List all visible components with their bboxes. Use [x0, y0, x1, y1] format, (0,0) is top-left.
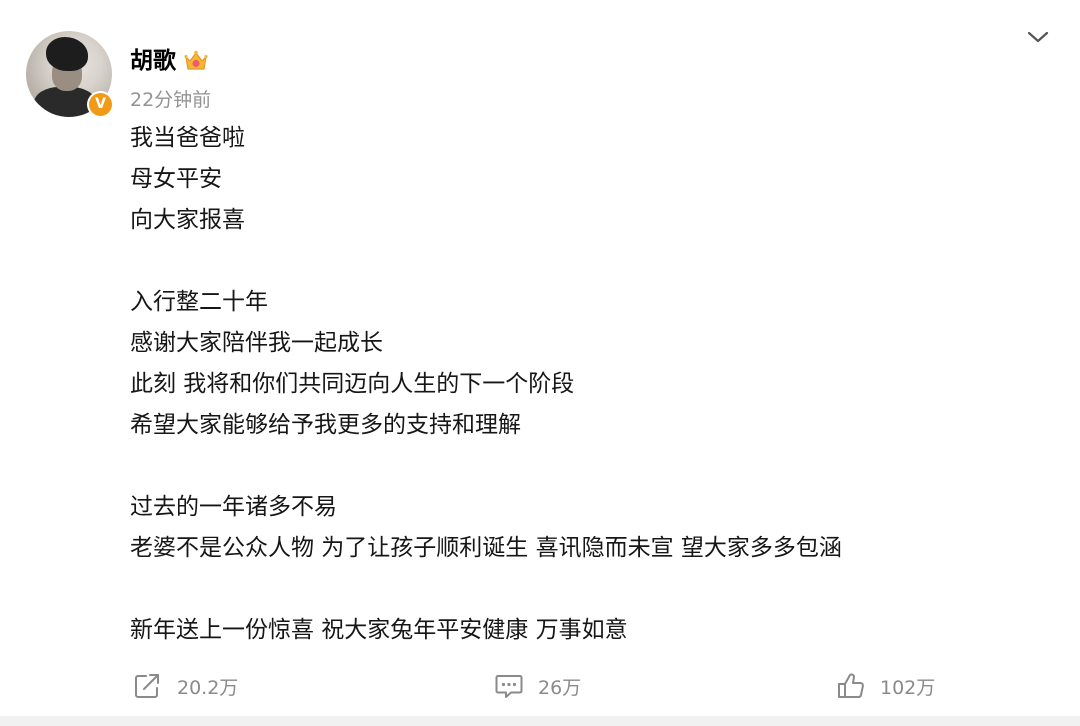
post-body: 我当爸爸啦 母女平安 向大家报喜 入行整二十年 感谢大家陪伴我一起成长 此刻 我…: [130, 118, 1030, 651]
thumbs-up-icon: [838, 673, 864, 698]
post-line: 希望大家能够给予我更多的支持和理解: [130, 412, 521, 438]
share-count: 20.2万: [177, 676, 239, 699]
crown-icon: [184, 50, 208, 70]
author-name[interactable]: 胡歌: [130, 46, 176, 76]
like-count: 102万: [880, 676, 936, 699]
post-line: 入行整二十年: [130, 289, 268, 315]
post-line: 过去的一年诸多不易: [130, 494, 337, 520]
post-line: 我当爸爸啦: [130, 125, 245, 151]
chevron-down-icon[interactable]: [1026, 27, 1050, 47]
comment-icon: [495, 675, 523, 698]
post-line: 新年送上一份惊喜 祝大家兔年平安健康 万事如意: [130, 617, 628, 643]
like-button[interactable]: 102万: [836, 669, 935, 703]
post-timestamp[interactable]: 22分钟前: [130, 88, 211, 112]
post-line: 母女平安: [130, 166, 222, 192]
weibo-post-card: V 胡歌 22分钟前 我当爸爸啦 母女平安 向大家报喜 入行整二十年 感谢大家陪…: [0, 0, 1080, 716]
post-line: 感谢大家陪伴我一起成长: [130, 330, 383, 356]
share-icon: [135, 674, 159, 698]
avatar-hair-shape: [46, 37, 88, 71]
share-button[interactable]: 20.2万: [133, 669, 238, 703]
post-line: 老婆不是公众人物 为了让孩子顺利诞生 喜讯隐而未宣 望大家多多包涵: [130, 535, 842, 561]
comment-count: 26万: [538, 676, 582, 699]
post-line: 向大家报喜: [130, 207, 245, 233]
verified-badge-icon: V: [87, 91, 114, 118]
comment-button[interactable]: 26万: [494, 669, 581, 703]
feed-separator: [0, 716, 1080, 726]
post-line: 此刻 我将和你们共同迈向人生的下一个阶段: [130, 371, 575, 397]
